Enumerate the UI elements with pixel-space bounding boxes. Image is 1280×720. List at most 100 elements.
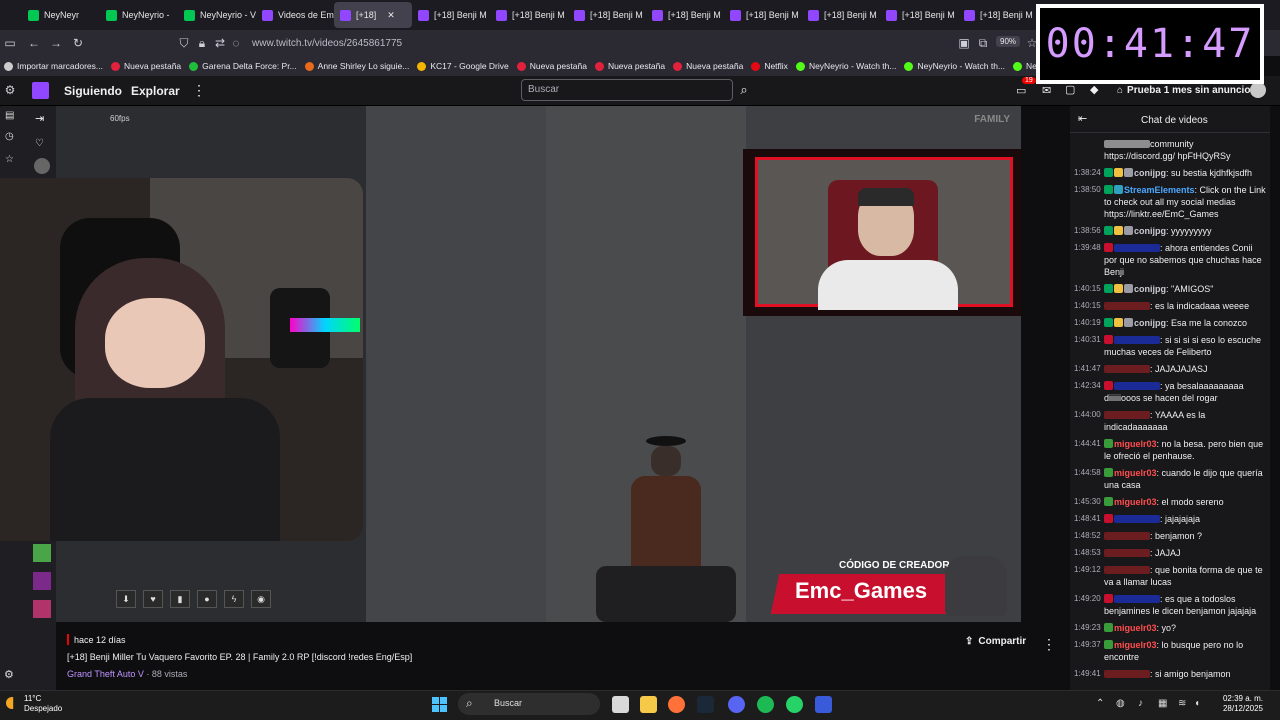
chat-badge-icon[interactable] [1104, 514, 1113, 523]
chat-badge-icon[interactable] [1124, 284, 1133, 293]
bookmark-item[interactable]: Garena Delta Force: Pr... [189, 61, 297, 71]
sidebar-bookmark-icon[interactable]: ◷ [5, 131, 14, 142]
chat-badge-icon[interactable] [1104, 226, 1113, 235]
wifi-icon[interactable]: ≋ [1178, 698, 1186, 709]
bookmark-item[interactable]: NeyNeyrio - Watch th... [904, 61, 1005, 71]
browser-tab[interactable]: [+18] Benji M [958, 2, 1036, 28]
sidebar-history-icon[interactable]: ▤ [5, 110, 14, 121]
avatar[interactable] [1250, 82, 1266, 98]
tray-chevron-icon[interactable]: ⌃ [1096, 698, 1104, 709]
chat-username[interactable] [1114, 244, 1160, 252]
channel-avatar[interactable] [34, 158, 50, 174]
chat-username[interactable]: miguelr03 [1114, 623, 1157, 633]
sidebar-settings-icon[interactable]: ⚙ [4, 668, 14, 681]
chat-badge-icon[interactable] [1104, 468, 1113, 477]
chat-username[interactable] [1114, 515, 1160, 523]
chat-badge-icon[interactable] [1104, 594, 1113, 603]
chat-badge-icon[interactable] [1104, 243, 1113, 252]
chat-badge-icon[interactable] [1104, 185, 1113, 194]
channel-avatar[interactable] [33, 572, 51, 590]
close-tab-icon[interactable]: ✕ [387, 10, 395, 21]
discord-icon[interactable] [728, 696, 745, 713]
spotify-icon[interactable] [757, 696, 774, 713]
bookmark-item[interactable]: Importar marcadores... [4, 61, 103, 71]
app-icon[interactable] [815, 696, 832, 713]
bookmark-item[interactable]: Nueva pestaña [110, 61, 181, 71]
chat-username[interactable]: miguelr03 [1114, 497, 1157, 507]
bookmark-item[interactable]: Netflix [751, 61, 788, 71]
back-icon[interactable]: ← [26, 35, 42, 51]
task-view-icon[interactable] [612, 696, 629, 713]
twitch-logo-icon[interactable] [32, 82, 49, 99]
collapse-rail-icon[interactable]: ⇥ [35, 112, 44, 125]
pip-icon[interactable]: ⧉ [975, 35, 991, 51]
steam-icon[interactable] [697, 696, 714, 713]
bookmark-item[interactable]: Nueva pestaña [673, 61, 743, 71]
system-clock[interactable]: 02:39 a. m. 28/12/2025 [1207, 694, 1263, 714]
chat-badge-icon[interactable] [1114, 185, 1123, 194]
browser-tab[interactable]: NeyNeyrio - [100, 2, 178, 28]
channel-avatar[interactable] [33, 600, 51, 618]
reader-view-icon[interactable]: ▣ [956, 35, 972, 51]
more-options-icon[interactable]: ⋮ [1042, 636, 1056, 653]
start-button[interactable] [432, 697, 447, 712]
chat-badge-icon[interactable] [1104, 318, 1113, 327]
reload-icon[interactable]: ↻ [70, 35, 86, 51]
chat-username[interactable]: conijpg [1134, 226, 1166, 236]
shield-icon[interactable]: ⛉ [176, 35, 192, 51]
chat-username[interactable] [1104, 365, 1150, 373]
bits-icon[interactable]: ◆ [1090, 83, 1098, 96]
mute-icon[interactable]: ◌ [228, 35, 244, 51]
forward-icon[interactable]: → [48, 35, 64, 51]
microphone-icon[interactable]: ♪ [1138, 698, 1143, 709]
chat-badge-icon[interactable] [1104, 623, 1113, 632]
collapse-chat-icon[interactable]: ⇤ [1078, 112, 1087, 125]
search-input[interactable]: Buscar [521, 79, 733, 101]
search-icon[interactable]: ⌕ [734, 79, 754, 101]
chat-username[interactable] [1114, 336, 1160, 344]
share-button[interactable]: ⇪ Compartir [965, 636, 1026, 647]
more-menu-icon[interactable]: ⋮ [192, 82, 206, 99]
chat-badge-icon[interactable] [1114, 168, 1123, 177]
game-link[interactable]: Grand Theft Auto V [67, 669, 144, 679]
chat-username[interactable] [1104, 532, 1150, 540]
chat-username[interactable] [1104, 302, 1150, 310]
browser-tab[interactable]: [+18] Benji M [568, 2, 646, 28]
chat-username[interactable] [1104, 411, 1150, 419]
chat-username[interactable]: conijpg [1134, 318, 1166, 328]
chat-username[interactable]: miguelr03 [1114, 640, 1157, 650]
chat-username[interactable]: conijpg [1134, 284, 1166, 294]
chat-badge-icon[interactable] [1104, 168, 1113, 177]
browser-tab[interactable]: [+18] Benji M [646, 2, 724, 28]
bookmark-item[interactable]: KC17 - Google Drive [417, 61, 509, 71]
chat-username[interactable]: StreamElements [1124, 185, 1195, 195]
chat-username[interactable]: miguelr03 [1114, 468, 1157, 478]
chat-username[interactable]: miguelr03 [1114, 439, 1157, 449]
whatsapp-icon[interactable] [786, 696, 803, 713]
chat-badge-icon[interactable] [1104, 284, 1113, 293]
extensions-icon[interactable]: ⚙ [2, 82, 18, 98]
browser-tab[interactable]: [+18] Benji M [880, 2, 958, 28]
sidebar-star-icon[interactable]: ☆ [5, 154, 14, 165]
chat-badge-icon[interactable] [1114, 226, 1123, 235]
network-icon[interactable]: ◍ [1116, 698, 1125, 709]
chat-badge-icon[interactable] [1104, 439, 1113, 448]
volume-icon[interactable]: ◖ [1194, 698, 1200, 709]
chat-badge-icon[interactable] [1104, 640, 1113, 649]
keyboard-icon[interactable]: ▦ [1158, 698, 1167, 709]
nav-browse[interactable]: Explorar [131, 84, 180, 98]
chat-username[interactable] [1114, 382, 1160, 390]
chat-badge-icon[interactable] [1114, 284, 1123, 293]
browser-tab[interactable]: [+18] Benji M [412, 2, 490, 28]
chat-badge-icon[interactable] [1124, 318, 1133, 327]
bookmark-item[interactable]: Anne Shirley Lo siguie... [304, 61, 409, 71]
chat-username[interactable] [1104, 670, 1150, 678]
nav-following[interactable]: Siguiendo [64, 84, 122, 98]
bookmark-item[interactable]: NeyNeyrio - Watch th... [795, 61, 896, 71]
permissions-icon[interactable]: ⇄ [212, 35, 228, 51]
bookmark-item[interactable]: Nueva pestaña [594, 61, 665, 71]
chat-badge-icon[interactable] [1114, 318, 1123, 327]
inbox-icon[interactable]: ✉ [1042, 84, 1051, 97]
browser-tab[interactable]: [+18] Benji M [724, 2, 802, 28]
chat-badge-icon[interactable] [1104, 335, 1113, 344]
